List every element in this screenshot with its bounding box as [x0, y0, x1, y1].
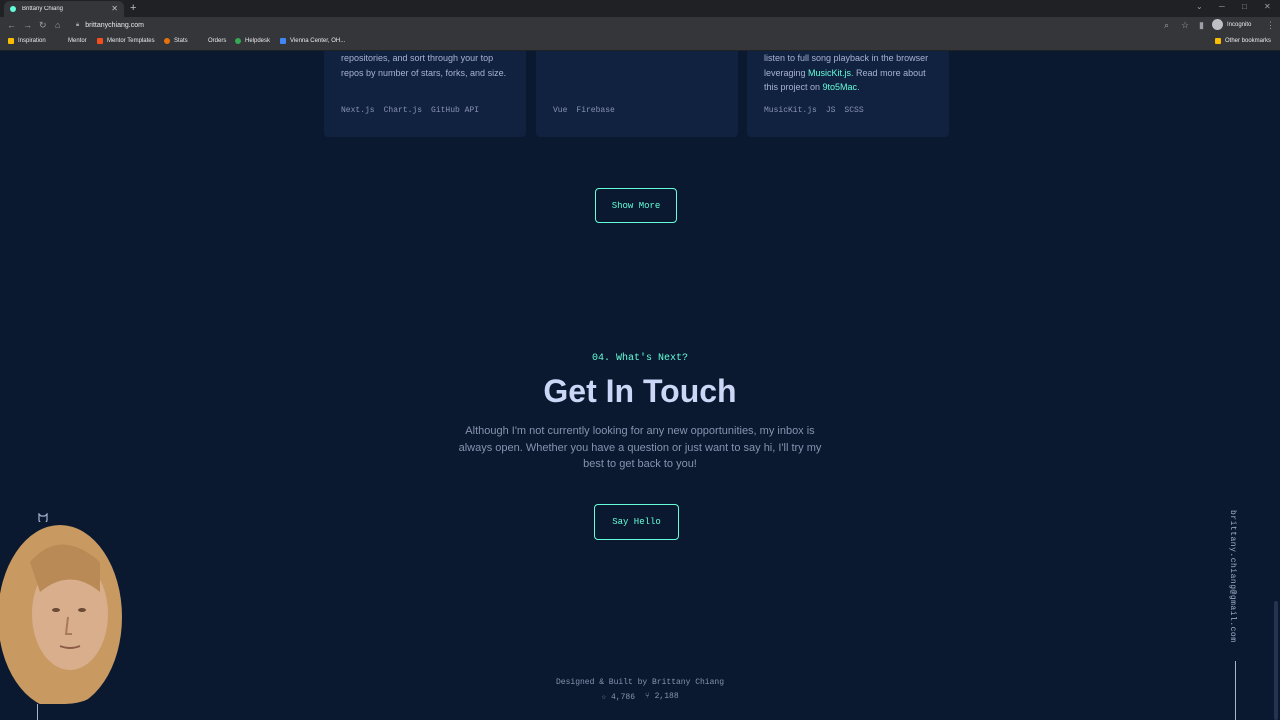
minimize-icon[interactable]: ─	[1219, 2, 1225, 12]
tech-tag: MusicKit.js	[764, 106, 817, 115]
lock-icon: 🔒︎	[76, 22, 80, 28]
say-hello-button[interactable]: Say Hello	[594, 504, 679, 540]
project-card[interactable]: listen to full song playback in the brow…	[747, 51, 949, 137]
bookmark-mentor[interactable]: Mentor	[58, 38, 87, 44]
contact-title: Get In Touch	[543, 373, 737, 409]
incognito-icon	[1212, 19, 1223, 30]
tab-title: Brittany Chiang	[22, 6, 64, 12]
bookmarks-bar: Inspiration Mentor Mentor Templates Stat…	[0, 34, 1280, 51]
stats-icon	[164, 38, 170, 44]
tab-search-icon[interactable]: ⌄	[1196, 2, 1203, 12]
maximize-icon[interactable]: □	[1242, 2, 1247, 12]
bookmark-other[interactable]: Other bookmarks	[1215, 38, 1271, 44]
tech-tag: Vue	[553, 106, 568, 115]
tab-close-icon[interactable]: ✕	[111, 5, 118, 13]
helpdesk-icon	[235, 38, 241, 44]
bookmark-helpdesk[interactable]: Helpdesk	[235, 38, 270, 44]
reload-icon[interactable]: ↻	[39, 20, 47, 31]
browser-tab[interactable]: Brittany Chiang ✕	[4, 1, 124, 17]
project-tech-list: Vue Firebase	[553, 106, 615, 115]
project-description: repositories, and sort through your top …	[341, 53, 507, 78]
folder-icon	[8, 38, 14, 44]
back-icon[interactable]: ←	[7, 20, 16, 31]
fork-icon: ⑂	[645, 692, 650, 701]
map-icon	[280, 38, 286, 44]
window-close-icon[interactable]: ✕	[1264, 2, 1271, 12]
sidepanel-icon[interactable]: ▮	[1199, 20, 1204, 31]
bookmark-mentor-templates[interactable]: Mentor Templates	[97, 38, 155, 44]
forks-stat: ⑂ 2,188	[645, 692, 679, 702]
scrollbar-thumb[interactable]	[1274, 601, 1278, 720]
tab-favicon-icon	[10, 6, 16, 12]
project-tech-list: Next.js Chart.js GitHub API	[341, 106, 479, 115]
bookmark-inspiration[interactable]: Inspiration	[8, 38, 46, 44]
tech-tag: Next.js	[341, 106, 375, 115]
home-icon[interactable]: ⌂	[55, 20, 60, 31]
zoom-icon[interactable]: ⌕	[1164, 20, 1169, 31]
section-overline: 04. What's Next?	[591, 353, 688, 364]
globe-icon	[198, 38, 204, 44]
contact-text: Although I'm not currently looking for a…	[458, 425, 822, 470]
forks-count: 2,188	[654, 692, 679, 701]
tech-tag: SCSS	[844, 106, 864, 115]
tech-tag: Firebase	[576, 106, 615, 115]
folder-icon	[1215, 38, 1221, 44]
incognito-badge[interactable]: Incognito	[1212, 19, 1251, 30]
globe-icon	[58, 38, 64, 44]
stars-count: 4,786	[610, 693, 635, 702]
tech-tag: GitHub API	[431, 106, 480, 115]
browser-toolbar: ← → ↻ ⌂ 🔒︎ brittanychiang.com ⌕ ☆ ▮ Inco…	[0, 17, 1280, 34]
figma-icon	[97, 38, 103, 44]
star-icon: ☆	[601, 693, 607, 702]
bookmark-stats[interactable]: Stats	[164, 38, 188, 44]
footer-credit[interactable]: Designed & Built by Brittany Chiang	[0, 678, 1280, 687]
menu-icon[interactable]: ⋮	[1266, 20, 1275, 31]
show-more-button[interactable]: Show More	[595, 188, 677, 223]
footer-stats[interactable]: ☆ 4,786 ⑂ 2,188	[0, 692, 1280, 702]
address-bar[interactable]: 🔒︎ brittanychiang.com	[70, 19, 1180, 32]
email-rail-line	[1235, 661, 1236, 720]
9to5mac-link[interactable]: 9to5Mac	[823, 82, 858, 92]
bookmark-orders[interactable]: Orders	[198, 38, 226, 44]
bookmark-star-icon[interactable]: ☆	[1181, 20, 1189, 31]
webcam-overlay	[0, 522, 130, 704]
bookmark-vienna-center[interactable]: Vienna Center, OH...	[280, 38, 345, 44]
project-card[interactable]: Vue Firebase	[536, 51, 738, 137]
url-text: brittanychiang.com	[85, 22, 144, 29]
browser-tabstrip: Brittany Chiang ✕ + ⌄ ─ □ ✕	[0, 0, 1280, 17]
email-link[interactable]: brittany.chiang@gmail.com	[1228, 510, 1237, 643]
tech-tag: Chart.js	[383, 106, 423, 115]
project-tech-list: MusicKit.js JS SCSS	[764, 106, 864, 115]
portfolio-page: repositories, and sort through your top …	[0, 51, 1280, 720]
incognito-label: Incognito	[1227, 21, 1252, 28]
new-tab-icon[interactable]: +	[130, 1, 136, 15]
project-description: listen to full song playback in the brow…	[764, 53, 929, 92]
forward-icon[interactable]: →	[23, 20, 32, 31]
musickit-link[interactable]: MusicKit.js	[808, 68, 851, 78]
tech-tag: JS	[825, 106, 836, 115]
project-card[interactable]: repositories, and sort through your top …	[324, 51, 526, 137]
stars-stat: ☆ 4,786	[601, 692, 635, 702]
